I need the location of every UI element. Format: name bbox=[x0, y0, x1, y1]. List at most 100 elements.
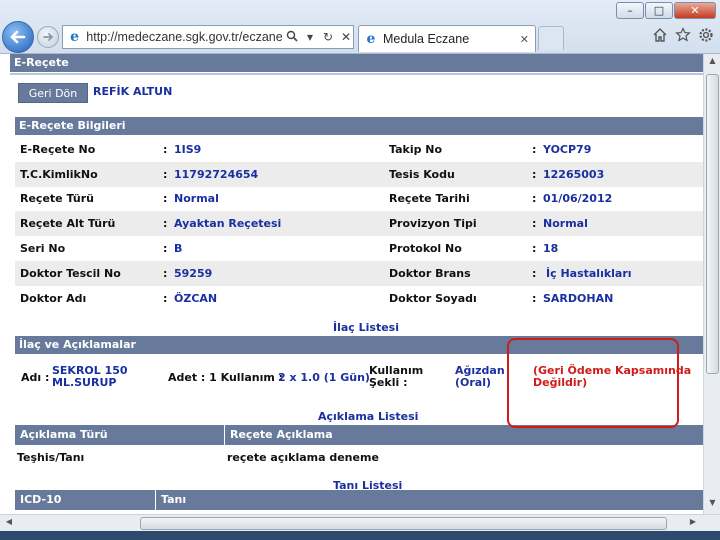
info-colon: : bbox=[532, 242, 537, 256]
page-title: E-Reçete bbox=[10, 54, 703, 72]
info-row: Seri No : B Protokol No : 18 bbox=[15, 236, 703, 261]
maximize-button[interactable]: □ bbox=[645, 2, 673, 19]
info-colon: : bbox=[532, 291, 537, 305]
address-tools: ▾ ↻ ✕ bbox=[285, 30, 353, 45]
patient-name: REFİK ALTUN bbox=[93, 85, 173, 98]
stop-icon[interactable]: ✕ bbox=[339, 30, 353, 45]
scroll-down-icon[interactable]: ▼ bbox=[706, 498, 719, 512]
info-section-header: E-Reçete Bilgileri bbox=[15, 117, 703, 135]
browser-toolbar: – □ ✕ e http://medeczane.sgk.gov.tr/ecza… bbox=[0, 0, 720, 54]
info-value: 12265003 bbox=[543, 167, 605, 181]
column-header: Reçete Açıklama bbox=[230, 428, 333, 441]
horizontal-scrollbar[interactable]: ◀ ▶ bbox=[0, 514, 720, 531]
scroll-up-icon[interactable]: ▲ bbox=[706, 56, 719, 70]
star-icon[interactable] bbox=[675, 27, 691, 47]
arrow-left-icon bbox=[10, 30, 26, 44]
info-colon: : bbox=[163, 291, 168, 305]
info-value: ÖZCAN bbox=[174, 291, 218, 305]
dose-value: 2 x 1.0 (1 Gün) bbox=[278, 371, 370, 384]
column-header: Tanı bbox=[161, 493, 187, 506]
info-value: 01/06/2012 bbox=[543, 192, 613, 206]
info-label: Seri No bbox=[20, 242, 66, 256]
refresh-icon[interactable]: ↻ bbox=[321, 30, 335, 45]
info-label: Doktor Soyadı bbox=[389, 291, 477, 305]
column-header: ICD-10 bbox=[20, 493, 62, 506]
column-divider bbox=[155, 490, 156, 510]
info-label: Doktor Adı bbox=[20, 291, 87, 305]
info-value: Ayaktan Reçetesi bbox=[174, 217, 282, 231]
explanation-text: reçete açıklama deneme bbox=[227, 451, 379, 464]
info-colon: : bbox=[163, 142, 168, 156]
info-value: 11792724654 bbox=[174, 167, 259, 181]
info-label: Tesis Kodu bbox=[389, 167, 455, 181]
url-text[interactable]: http://medeczane.sgk.gov.tr/eczane/faces… bbox=[86, 30, 282, 44]
info-value: İç Hastalıkları bbox=[546, 266, 632, 280]
info-colon: : bbox=[163, 266, 168, 280]
ie-page-icon: e bbox=[70, 29, 80, 45]
tab-medula-eczane[interactable]: e Medula Eczane ✕ bbox=[358, 25, 536, 52]
new-tab-button[interactable] bbox=[538, 26, 564, 50]
close-window-button[interactable]: ✕ bbox=[674, 2, 716, 19]
gear-icon[interactable] bbox=[698, 27, 714, 47]
info-label: Reçete Alt Türü bbox=[20, 217, 116, 231]
info-label: E-Reçete No bbox=[20, 142, 96, 156]
info-row: Reçete Alt Türü : Ayaktan Reçetesi Provi… bbox=[15, 211, 703, 237]
drug-name-line2: ML.SURUP bbox=[52, 376, 117, 389]
info-value: Normal bbox=[174, 192, 219, 206]
info-value: Normal bbox=[543, 217, 588, 231]
info-label: Doktor Tescil No bbox=[20, 266, 121, 280]
explanation-type: Teşhis/Tanı bbox=[17, 451, 85, 464]
address-bar[interactable]: e http://medeczane.sgk.gov.tr/eczane/fac… bbox=[62, 25, 354, 49]
info-colon: : bbox=[163, 192, 168, 206]
explanation-table-header: Açıklama Türü Reçete Açıklama bbox=[15, 425, 703, 445]
info-row: T.C.KimlikNo : 11792724654 Tesis Kodu : … bbox=[15, 161, 703, 187]
info-row: Reçete Türü : Normal Reçete Tarihi : 01/… bbox=[15, 187, 703, 212]
title-divider bbox=[10, 73, 703, 75]
chevron-down-icon[interactable]: ▾ bbox=[303, 30, 317, 45]
search-icon[interactable] bbox=[285, 30, 299, 45]
info-colon: : bbox=[532, 167, 537, 181]
info-value: 18 bbox=[543, 242, 559, 256]
info-label: Protokol No bbox=[389, 242, 462, 256]
info-row: Doktor Adı : ÖZCAN Doktor Soyadı : SARDO… bbox=[15, 286, 703, 311]
vertical-scroll-thumb[interactable] bbox=[706, 74, 719, 374]
home-icon[interactable] bbox=[652, 27, 668, 47]
horizontal-scroll-thumb[interactable] bbox=[140, 517, 667, 530]
back-button[interactable] bbox=[2, 21, 34, 53]
minimize-button[interactable]: – bbox=[616, 2, 644, 19]
info-colon: : bbox=[532, 142, 537, 156]
info-value: B bbox=[174, 242, 183, 256]
scroll-right-icon[interactable]: ▶ bbox=[686, 517, 700, 530]
info-label: T.C.KimlikNo bbox=[20, 167, 98, 181]
page-content: E-Reçete Geri Dön REFİK ALTUN E-Reçete B… bbox=[0, 54, 703, 514]
drug-list-title: İlaç Listesi bbox=[333, 321, 399, 334]
tab-close-icon[interactable]: ✕ bbox=[520, 33, 529, 46]
info-label: Reçete Tarihi bbox=[389, 192, 470, 206]
arrow-right-icon bbox=[43, 33, 54, 41]
info-value: SARDOHAN bbox=[543, 291, 614, 305]
info-colon: : bbox=[532, 192, 537, 206]
info-colon: : bbox=[163, 217, 168, 231]
forward-button[interactable] bbox=[37, 26, 59, 48]
info-label: Takip No bbox=[389, 142, 443, 156]
ie-tab-icon: e bbox=[366, 31, 376, 47]
browser-tool-icons bbox=[652, 27, 714, 47]
usage-label-line2: Şekli : bbox=[369, 376, 408, 389]
info-colon: : bbox=[532, 217, 537, 231]
vertical-scrollbar[interactable]: ▲ ▼ bbox=[703, 54, 720, 514]
tab-title: Medula Eczane bbox=[383, 32, 470, 46]
info-row: E-Reçete No : 1IS9 Takip No : YOCP79 bbox=[15, 137, 703, 162]
explanation-list-title: Açıklama Listesi bbox=[318, 410, 419, 423]
column-header: Açıklama Türü bbox=[20, 428, 108, 441]
info-value: YOCP79 bbox=[543, 142, 592, 156]
taskbar bbox=[0, 531, 720, 540]
window-controls: – □ ✕ bbox=[616, 2, 716, 19]
scroll-left-icon[interactable]: ◀ bbox=[2, 517, 16, 530]
info-row: Doktor Tescil No : 59259 Doktor Brans : … bbox=[15, 261, 703, 286]
info-colon: : bbox=[163, 167, 168, 181]
info-label: Doktor Brans bbox=[389, 266, 471, 280]
diagnosis-table-header: ICD-10 Tanı bbox=[15, 490, 703, 510]
dose-label: Adet : 1 Kullanım : bbox=[168, 371, 284, 384]
back-page-button[interactable]: Geri Dön bbox=[18, 83, 88, 103]
drug-name-label: Adı : bbox=[21, 371, 50, 384]
